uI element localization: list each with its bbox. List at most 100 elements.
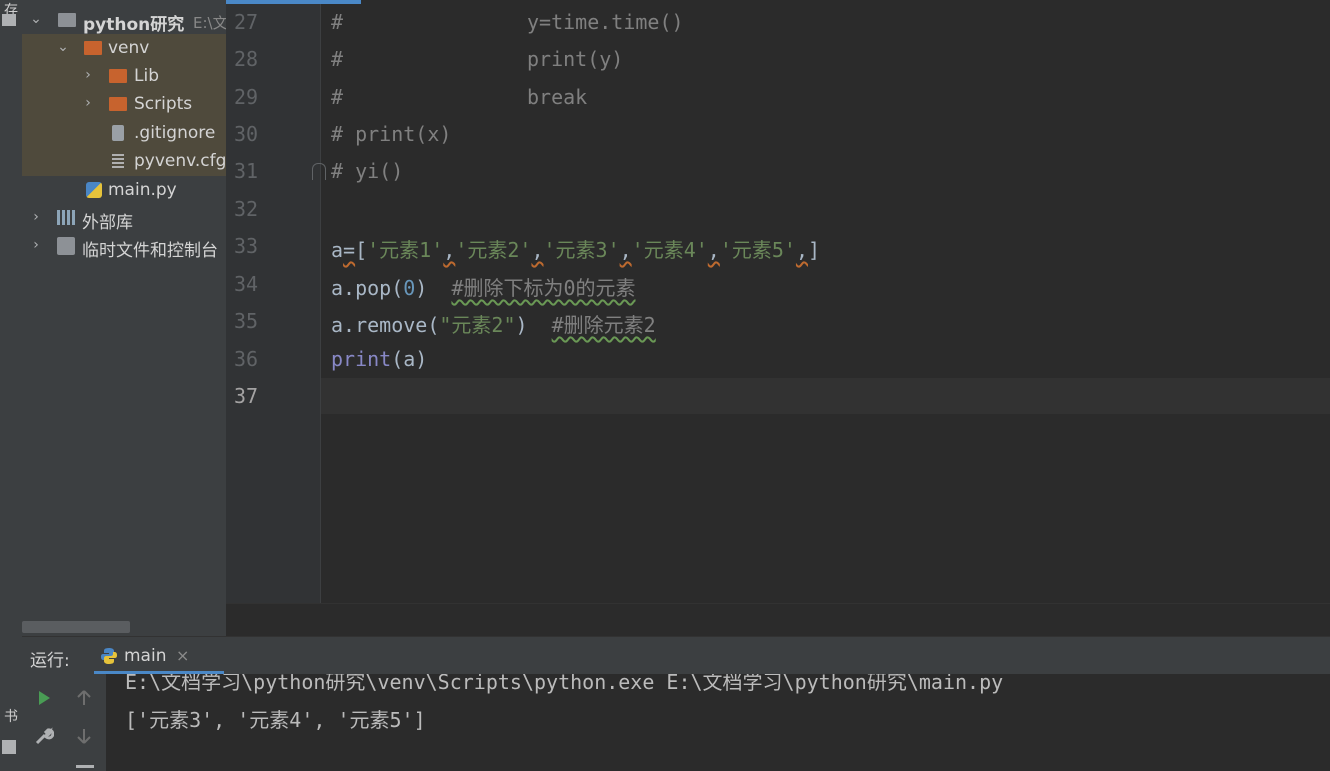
code-string: '元素4'	[631, 238, 708, 262]
code-token: ,	[531, 238, 544, 262]
folder-icon	[58, 13, 76, 27]
line-number: 27	[234, 10, 259, 34]
code-line-28[interactable]: # print(y)	[331, 47, 623, 71]
folder-icon	[109, 69, 127, 83]
run-label: 运行:	[30, 651, 70, 671]
tree-item-label: Lib	[134, 66, 159, 86]
tree-item-project-root[interactable]: ⌄ python研究 E:\文	[22, 6, 226, 35]
code-line-27[interactable]: # y=time.time()	[331, 10, 684, 34]
code-token: print(y)	[527, 47, 624, 71]
chevron-down-icon[interactable]: ⌄	[57, 39, 69, 55]
code-token: (a)	[391, 347, 428, 371]
run-tab-main[interactable]: main ×	[92, 637, 224, 675]
tree-item-gitignore[interactable]: .gitignore	[22, 119, 226, 147]
line-number: 28	[234, 47, 259, 71]
run-icon[interactable]	[36, 690, 52, 706]
code-token: )	[515, 313, 528, 337]
code-string: '元素3'	[543, 238, 620, 262]
chevron-right-icon[interactable]: ›	[82, 95, 94, 111]
code-token: =	[343, 238, 356, 262]
run-side-toolbar	[22, 674, 107, 771]
code-string: '元素1'	[367, 238, 444, 262]
line-number: 29	[234, 85, 259, 109]
scratch-console-icon	[57, 237, 75, 255]
fold-end-icon[interactable]	[312, 163, 326, 180]
tree-item-label: python研究	[83, 15, 185, 35]
arrow-down-icon[interactable]	[77, 728, 91, 744]
code-token: #	[331, 85, 344, 109]
code-line-30[interactable]: # print(x)	[331, 122, 451, 146]
tree-item-label: 临时文件和控制台	[82, 241, 218, 261]
tree-item-venv[interactable]: ⌄ venv	[22, 34, 226, 62]
code-token: #	[331, 10, 344, 34]
code-token: a.remove(	[331, 313, 440, 337]
python-file-icon	[86, 182, 102, 198]
tree-item-external-libraries[interactable]: › 外部库	[22, 204, 226, 233]
chevron-right-icon[interactable]: ›	[30, 237, 42, 253]
library-icon	[57, 210, 76, 225]
console-line-output: ['元素3', '元素4', '元素5']	[125, 708, 426, 732]
tree-item-main-py[interactable]: main.py	[22, 176, 226, 204]
line-number: 32	[234, 197, 259, 221]
line-number: 36	[234, 347, 259, 371]
code-line-34[interactable]: a.pop(0) #删除下标为0的元素	[331, 272, 636, 301]
code-line-36[interactable]: print(a)	[331, 347, 427, 371]
tree-item-label: main.py	[108, 180, 177, 200]
code-editor[interactable]	[321, 0, 1330, 603]
chevron-down-icon[interactable]: ⌄	[30, 11, 42, 27]
code-token: [	[355, 238, 368, 262]
code-token: ,	[443, 238, 456, 262]
current-line-highlight	[321, 378, 1330, 414]
tree-item-label: .gitignore	[134, 123, 216, 143]
wrench-icon[interactable]	[34, 726, 54, 746]
chevron-right-icon[interactable]: ›	[82, 67, 94, 83]
code-token: #	[331, 47, 344, 71]
tree-item-scratches[interactable]: › 临时文件和控制台	[22, 232, 226, 261]
tree-item-label: pyvenv.cfg	[134, 151, 226, 171]
line-number-current: 37	[234, 384, 259, 408]
code-token: a.pop(	[331, 276, 404, 300]
code-token: y=time.time()	[527, 10, 684, 34]
code-comment: #删除下标为0的元素	[451, 276, 636, 300]
folder-icon	[109, 97, 127, 111]
console-line-command: E:\文档学习\python研究\venv\Scripts\python.exe…	[125, 674, 1004, 694]
left-strip-bottom-label[interactable]: 书	[0, 706, 22, 726]
text-file-icon	[112, 154, 124, 169]
tree-item-path: E:\文	[193, 14, 226, 32]
arrow-up-icon[interactable]	[77, 690, 91, 706]
console-output[interactable]: E:\文档学习\python研究\venv\Scripts\python.exe…	[107, 674, 1330, 771]
bookmark-icon[interactable]	[2, 740, 16, 754]
ignore-file-icon	[112, 125, 124, 141]
code-line-31[interactable]: # yi()	[331, 159, 403, 183]
tree-item-pyvenv-cfg[interactable]: pyvenv.cfg	[22, 147, 226, 175]
line-number: 31	[234, 159, 259, 183]
code-line-33[interactable]: a=['元素1','元素2','元素3','元素4','元素5',]	[331, 234, 820, 263]
code-line-29[interactable]: # break	[331, 85, 587, 109]
tree-item-lib[interactable]: › Lib	[22, 62, 226, 90]
code-token: )	[415, 276, 428, 300]
soft-wrap-icon[interactable]	[76, 765, 94, 768]
active-tab-indicator	[226, 0, 361, 4]
tree-item-label: 外部库	[82, 213, 133, 233]
run-tab-label: main	[124, 646, 167, 666]
line-number: 35	[234, 309, 259, 333]
code-string: "元素2"	[439, 313, 516, 337]
code-builtin: print	[331, 347, 392, 371]
left-tool-strip: 存 书	[0, 0, 23, 771]
project-horizontal-scrollbar[interactable]	[22, 621, 130, 633]
line-number: 30	[234, 122, 259, 146]
code-token: a	[331, 238, 344, 262]
tree-item-label: venv	[108, 38, 150, 58]
close-icon[interactable]: ×	[176, 646, 189, 665]
line-number: 33	[234, 234, 259, 258]
code-token: ,	[795, 238, 808, 262]
tree-item-label: Scripts	[134, 94, 193, 114]
code-line-35[interactable]: a.remove("元素2") #删除元素2	[331, 309, 656, 338]
code-token: ,	[619, 238, 632, 262]
code-token: ,	[707, 238, 720, 262]
chevron-right-icon[interactable]: ›	[30, 209, 42, 225]
code-comment: #删除元素2	[551, 313, 656, 337]
code-string: '元素2'	[455, 238, 532, 262]
tree-item-scripts[interactable]: › Scripts	[22, 90, 226, 118]
structure-icon[interactable]	[2, 14, 16, 26]
